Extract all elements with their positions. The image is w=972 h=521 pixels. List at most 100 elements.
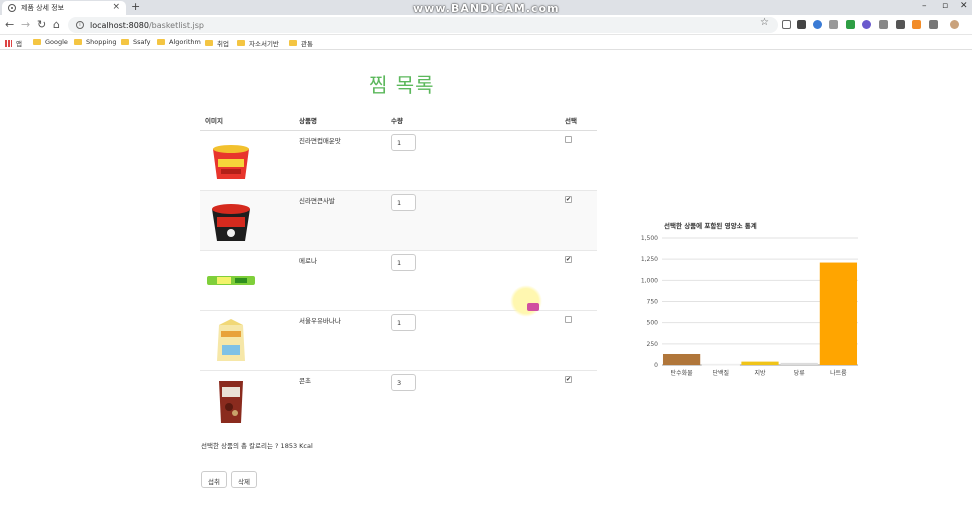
bookmark-item[interactable]: 자소서기반	[237, 38, 279, 48]
column-header: 이미지	[205, 117, 223, 125]
globe-icon	[8, 4, 16, 12]
info-icon: i	[76, 21, 84, 29]
y-tick-label: 500	[647, 320, 659, 327]
folder-icon	[289, 40, 297, 46]
extension-icon[interactable]	[896, 20, 905, 29]
quantity-input[interactable]: 1	[391, 314, 416, 331]
table-row: 서울우유바나나 1	[200, 311, 597, 371]
bookmark-star-icon[interactable]: ☆	[760, 17, 769, 28]
select-checkbox[interactable]: ✔	[565, 256, 572, 263]
folder-icon	[237, 40, 245, 46]
y-tick-label: 1,500	[641, 235, 658, 242]
folder-icon	[205, 40, 213, 46]
column-header: 선택	[565, 117, 577, 125]
close-icon[interactable]: ×	[112, 2, 120, 12]
back-icon[interactable]: ←	[5, 18, 14, 31]
bar	[662, 353, 701, 365]
folder-icon	[157, 39, 165, 45]
avatar[interactable]	[950, 20, 959, 29]
product-image	[213, 145, 249, 179]
bookmark-item[interactable]: 취업	[205, 38, 229, 48]
home-icon[interactable]: ⌂	[53, 18, 60, 31]
product-name: 메로나	[299, 257, 317, 265]
forward-icon[interactable]: →	[21, 18, 30, 31]
product-image	[212, 204, 250, 241]
product-name: 서울우유바나나	[299, 317, 341, 325]
product-image	[207, 276, 255, 285]
y-tick-label: 1,250	[641, 256, 658, 263]
url-host: localhost:8080	[90, 20, 149, 30]
bookmark-item[interactable]: Algorithm	[157, 38, 201, 46]
product-image	[217, 319, 245, 361]
bookmark-item[interactable]: Shopping	[74, 38, 117, 46]
folder-icon	[74, 39, 82, 45]
y-tick-label: 1,000	[641, 277, 658, 284]
table-header: 이미지 상품명 수량 선택	[200, 109, 597, 131]
tab-active[interactable]: 제품 상세 정보 ×	[2, 1, 126, 15]
new-tab-button[interactable]: +	[131, 0, 140, 13]
table-row: 신라면큰사발 1 ✔	[200, 191, 597, 251]
y-tick-label: 750	[647, 299, 659, 306]
x-tick-label: 단백질	[713, 369, 730, 377]
extension-icon[interactable]	[862, 20, 871, 29]
table-row: 진라면컵매운맛 1	[200, 131, 597, 191]
maximize-icon[interactable]: ▫	[942, 1, 948, 11]
product-name: 콘초	[299, 377, 311, 385]
intake-button[interactable]: 섭취	[201, 471, 227, 488]
y-tick-label: 0	[654, 362, 658, 369]
tab-strip: 제품 상세 정보 × + www.BANDICAM.com – ▫ ✕	[0, 0, 972, 15]
extension-icon[interactable]	[846, 20, 855, 29]
select-checkbox[interactable]	[565, 136, 572, 143]
bookmark-item[interactable]: Google	[33, 38, 68, 46]
wishlist-table: 이미지 상품명 수량 선택 진라면컵매운맛 1 신라면큰사발 1 ✔ 메로나 1…	[200, 109, 597, 431]
column-header: 상품명	[299, 117, 317, 125]
delete-button[interactable]: 삭제	[231, 471, 257, 488]
bar	[780, 362, 818, 365]
page-title: 찜 목록	[369, 73, 435, 97]
select-checkbox[interactable]: ✔	[565, 196, 572, 203]
extension-icon[interactable]	[929, 20, 938, 29]
chart-plot: 0 250 500 750 1,000 1,250 1,500 탄수화물 단백질 지방 당류 나트륨	[641, 235, 858, 377]
total-calories-text: 선택한 상품의 총 칼로리는 ? 1853 Kcal	[201, 442, 313, 450]
product-image	[219, 381, 243, 423]
extension-icon[interactable]	[912, 20, 921, 29]
extension-icon[interactable]	[797, 20, 806, 29]
bar	[701, 363, 740, 366]
extension-icon[interactable]	[879, 20, 888, 29]
extension-icon[interactable]	[813, 20, 822, 29]
quantity-input[interactable]: 1	[391, 254, 416, 271]
folder-icon	[33, 39, 41, 45]
cursor-icon	[527, 303, 539, 311]
x-tick-label: 탄수화물	[671, 369, 694, 377]
quantity-input[interactable]: 3	[391, 374, 416, 391]
address-bar[interactable]: i localhost:8080/basketlist.jsp	[68, 17, 778, 33]
apps-icon	[5, 39, 12, 47]
close-window-icon[interactable]: ✕	[960, 1, 968, 11]
x-tick-label: 지방	[754, 369, 766, 377]
watermark: www.BANDICAM.com	[413, 2, 560, 15]
quantity-input[interactable]: 1	[391, 134, 416, 151]
bookmark-apps[interactable]: 앱	[5, 38, 22, 48]
cursor-highlight	[510, 285, 542, 317]
bookmark-item[interactable]: 관통	[289, 38, 313, 48]
bookmark-item[interactable]: Ssafy	[121, 38, 151, 46]
table-row: 콘초 3 ✔	[200, 371, 597, 431]
x-tick-label: 나트륨	[830, 369, 847, 377]
column-header: 수량	[391, 117, 403, 125]
bar	[741, 361, 779, 365]
y-tick-label: 250	[647, 341, 659, 348]
extension-icon[interactable]	[782, 20, 791, 29]
page-content: 찜 목록 이미지 상품명 수량 선택 진라면컵매운맛 1 신라면큰사발 1 ✔ …	[0, 51, 972, 521]
select-checkbox[interactable]: ✔	[565, 376, 572, 383]
url-path: /basketlist.jsp	[148, 20, 204, 30]
quantity-input[interactable]: 1	[391, 194, 416, 211]
folder-icon	[121, 39, 129, 45]
reload-icon[interactable]: ↻	[37, 18, 46, 31]
minimize-icon[interactable]: –	[922, 1, 927, 11]
extension-icon[interactable]	[829, 20, 838, 29]
select-checkbox[interactable]	[565, 316, 572, 323]
tab-title: 제품 상세 정보	[21, 4, 65, 12]
x-tick-label: 당류	[794, 369, 806, 377]
toolbar: ← → ↻ ⌂ i localhost:8080/basketlist.jsp …	[0, 15, 972, 35]
bar	[819, 262, 858, 365]
